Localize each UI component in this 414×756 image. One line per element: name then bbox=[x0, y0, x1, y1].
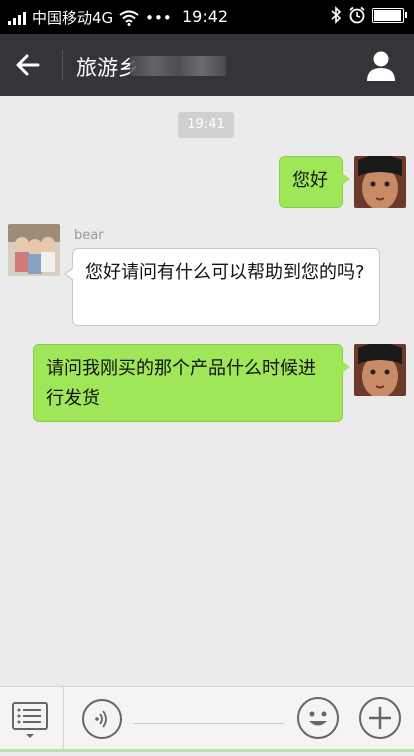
voice-button[interactable] bbox=[82, 699, 122, 739]
contact-icon[interactable] bbox=[364, 48, 398, 82]
signal-icon bbox=[8, 11, 26, 25]
message-input[interactable] bbox=[134, 723, 284, 724]
message-text: 您好 bbox=[292, 170, 328, 191]
bear-avatar[interactable] bbox=[8, 224, 60, 276]
plus-button[interactable] bbox=[359, 697, 401, 739]
message-bubble-outgoing[interactable]: 您好 bbox=[279, 156, 350, 208]
menu-list-icon bbox=[12, 702, 48, 738]
bluetooth-icon bbox=[331, 6, 342, 24]
wifi-icon bbox=[119, 10, 139, 26]
sender-name: bear bbox=[74, 228, 104, 243]
blurred-title-area bbox=[130, 56, 226, 76]
title-bar: 旅游乡 bbox=[0, 34, 414, 96]
status-time: 19:42 bbox=[182, 7, 229, 26]
emoji-button[interactable] bbox=[297, 697, 339, 739]
chat-timestamp: 19:41 bbox=[178, 112, 234, 138]
message-text: 您好请问有什么可以帮助到您的吗? bbox=[85, 262, 365, 283]
message-bubble-outgoing[interactable]: 请问我刚买的那个产品什么时候进行发货 bbox=[33, 344, 350, 422]
my-avatar[interactable] bbox=[354, 344, 406, 396]
title-divider bbox=[62, 50, 63, 80]
carrier-label: 中国移动4G bbox=[32, 9, 114, 27]
status-dots: ••• bbox=[145, 8, 172, 27]
my-avatar[interactable] bbox=[354, 156, 406, 208]
emoji-icon bbox=[309, 711, 327, 726]
voice-icon bbox=[95, 710, 107, 728]
plus-icon bbox=[369, 707, 391, 729]
message-bubble-incoming[interactable]: 您好请问有什么可以帮助到您的吗? bbox=[64, 248, 380, 326]
input-bar bbox=[0, 686, 414, 752]
menu-toggle-button[interactable] bbox=[0, 687, 64, 752]
status-bar: 中国移动4G ••• 19:42 bbox=[0, 0, 414, 34]
message-text: 请问我刚买的那个产品什么时候进行发货 bbox=[46, 358, 316, 409]
alarm-icon bbox=[349, 6, 365, 24]
back-arrow-icon[interactable] bbox=[10, 46, 48, 84]
battery-icon bbox=[372, 7, 407, 23]
